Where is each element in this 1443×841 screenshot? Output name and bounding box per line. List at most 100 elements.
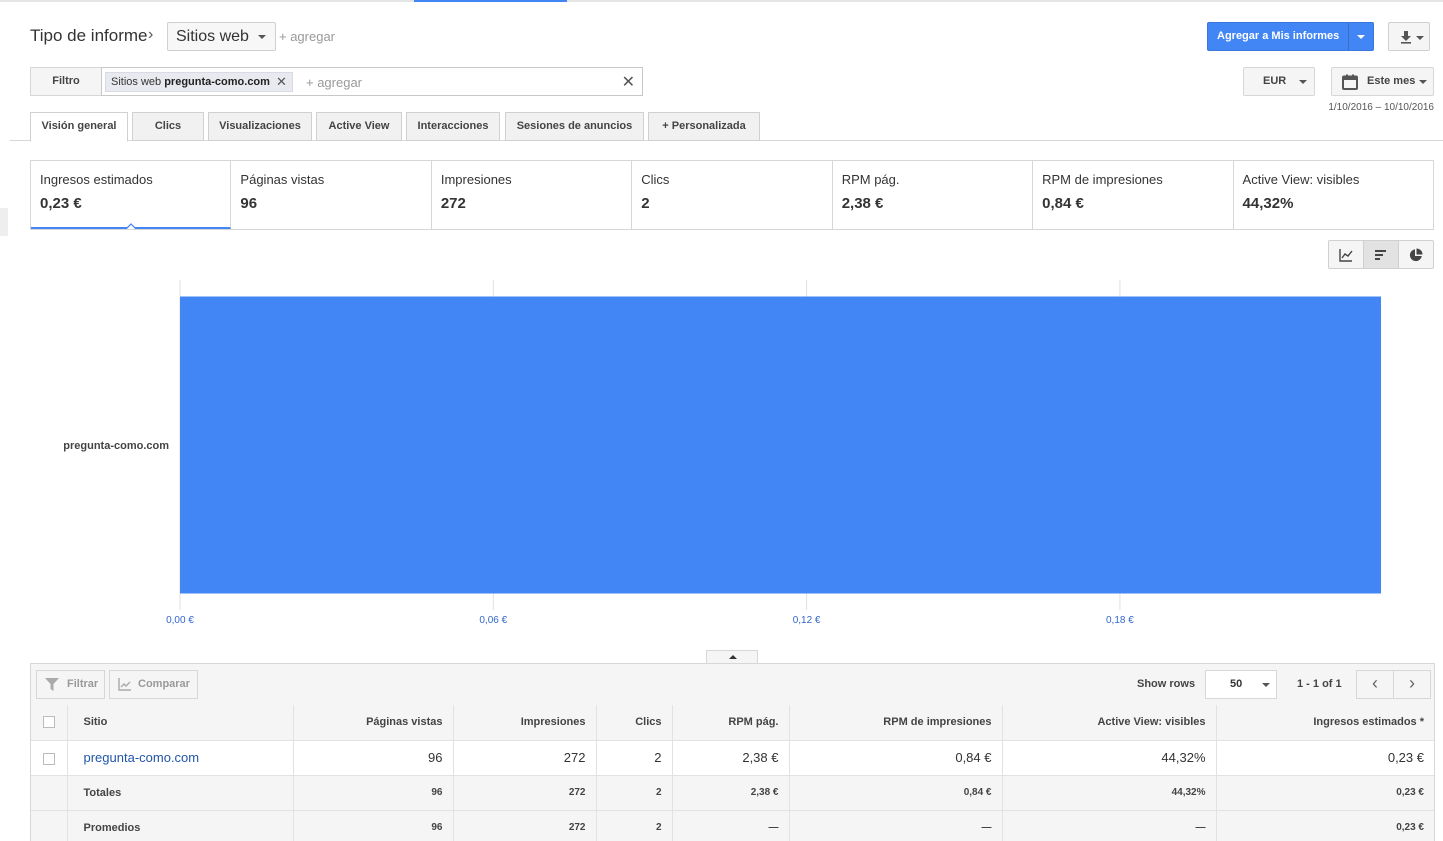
line-chart-button[interactable] xyxy=(1329,241,1364,268)
metric-value: 0,84 € xyxy=(1042,195,1084,212)
filter-button[interactable]: Filtro xyxy=(30,67,102,96)
pie-chart-icon xyxy=(1409,248,1423,262)
tab-vision-general[interactable]: Visión general xyxy=(30,112,128,142)
caret-down-icon xyxy=(1416,36,1424,40)
column-header-impresiones[interactable]: Impresiones xyxy=(453,705,597,741)
column-header-ingresos-estimados[interactable]: Ingresos estimados * xyxy=(1216,705,1434,741)
currency-select[interactable]: EUR xyxy=(1243,67,1315,96)
table-header-row: Sitio Páginas vistas Impresiones Clics R… xyxy=(31,705,1434,741)
metric-card-rpm-pag[interactable]: RPM pág. 2,38 € xyxy=(833,161,1034,229)
download-icon xyxy=(1401,31,1411,44)
rows-per-page-select[interactable]: 50 xyxy=(1205,670,1277,699)
calendar-icon xyxy=(1342,74,1358,90)
caret-down-icon xyxy=(1262,683,1270,687)
column-header-sitio[interactable]: Sitio xyxy=(67,705,294,741)
add-dimension-link[interactable]: + agregar xyxy=(279,29,335,44)
averages-empty-cell xyxy=(31,810,68,841)
metric-value: 272 xyxy=(440,195,466,212)
currency-value: EUR xyxy=(1263,75,1287,87)
totals-ingresos-estimados: 0,23 € xyxy=(1216,775,1434,811)
metric-card-paginas-vistas[interactable]: Páginas vistas 96 xyxy=(231,161,432,229)
metric-card-impresiones[interactable]: Impresiones 272 xyxy=(432,161,633,229)
next-page-button[interactable]: › xyxy=(1394,671,1430,698)
averages-rpm-impresiones: — xyxy=(789,810,1003,841)
tab-personalizada[interactable]: + Personalizada xyxy=(648,112,760,141)
prev-page-button[interactable]: ‹ xyxy=(1357,671,1394,698)
filter-chip-prefix: Sitios web xyxy=(111,76,162,88)
tab-sesiones-de-anuncios[interactable]: Sesiones de anuncios xyxy=(505,112,644,141)
averages-impresiones: 272 xyxy=(453,810,597,841)
column-header-rpm-pag[interactable]: RPM pág. xyxy=(672,705,790,741)
column-header-rpm-impresiones[interactable]: RPM de impresiones xyxy=(789,705,1003,741)
row-checkbox[interactable] xyxy=(42,752,55,765)
metric-label: Impresiones xyxy=(440,172,512,187)
funnel-icon xyxy=(45,678,59,691)
row-select-cell xyxy=(31,740,68,776)
date-range-text: 1/10/2016 – 10/10/2016 xyxy=(1328,102,1434,113)
column-header-clics[interactable]: Clics xyxy=(596,705,673,741)
pie-chart-button[interactable] xyxy=(1399,241,1433,268)
metric-value: 2,38 € xyxy=(841,195,884,212)
data-table: Sitio Páginas vistas Impresiones Clics R… xyxy=(31,705,1434,841)
pagination-text: 1 - 1 of 1 xyxy=(1297,678,1342,690)
metric-card-clics[interactable]: Clics 2 xyxy=(632,161,833,229)
filter-add-input[interactable]: + agregar xyxy=(306,75,362,90)
report-type-label: Tipo de informe xyxy=(30,26,148,45)
filter-table-button[interactable]: Filtrar xyxy=(36,670,105,699)
collapse-chart-handle[interactable] xyxy=(706,650,758,664)
bar xyxy=(180,296,1381,594)
metric-label: Páginas vistas xyxy=(240,172,325,187)
cell-rpm-pag: 2,38 € xyxy=(672,740,790,776)
filter-chip[interactable]: Sitios web pregunta-como.com ✕ xyxy=(105,72,293,92)
tab-interacciones[interactable]: Interacciones xyxy=(406,112,500,141)
metric-label: Clics xyxy=(641,172,670,187)
caret-down-icon xyxy=(1357,35,1366,39)
metric-value: 2 xyxy=(641,195,650,212)
column-header-active-view[interactable]: Active View: visibles xyxy=(1002,705,1217,741)
x-tick-label: 0,18 € xyxy=(1106,615,1134,626)
report-type-select-label: Sitios web xyxy=(176,28,249,45)
averages-row: Promedios 96 272 2 — — — 0,23 € xyxy=(31,810,1434,841)
select-all-checkbox[interactable] xyxy=(42,716,55,729)
close-icon[interactable]: ✕ xyxy=(276,73,287,91)
totals-row: Totales 96 272 2 2,38 € 0,84 € 44,32% 0,… xyxy=(31,775,1434,811)
filter-chip-value: pregunta-como.com xyxy=(164,76,270,88)
cell-impresiones: 272 xyxy=(453,740,597,776)
averages-label: Promedios xyxy=(67,810,294,841)
metric-value: 44,32% xyxy=(1242,195,1294,212)
add-to-my-reports-dropdown[interactable] xyxy=(1349,23,1373,50)
tab-visualizaciones[interactable]: Visualizaciones xyxy=(208,112,312,141)
show-rows-label: Show rows xyxy=(1137,678,1196,690)
clear-filter-icon[interactable]: ✕ xyxy=(622,72,635,92)
report-type-select[interactable]: Sitios web xyxy=(167,22,276,51)
tab-clics[interactable]: Clics xyxy=(132,112,204,141)
metric-card-ingresos-estimados[interactable]: Ingresos estimados 0,23 € xyxy=(31,161,232,229)
filter-table-label: Filtrar xyxy=(67,678,99,690)
line-chart-icon xyxy=(1339,249,1353,262)
select-all-cell xyxy=(31,705,68,741)
cell-rpm-impresiones: 0,84 € xyxy=(789,740,1003,776)
metric-card-rpm-impresiones[interactable]: RPM de impresiones 0,84 € xyxy=(1033,161,1234,229)
category-label: pregunta-como.com xyxy=(63,440,169,452)
bar-chart-icon xyxy=(1375,250,1386,260)
totals-rpm-impresiones: 0,84 € xyxy=(789,775,1003,811)
tab-active-view[interactable]: Active View xyxy=(316,112,402,141)
column-header-paginas-vistas[interactable]: Páginas vistas xyxy=(293,705,454,741)
pagination: ‹ › xyxy=(1356,670,1431,699)
add-to-my-reports-button[interactable]: Agregar a Mis informes xyxy=(1207,22,1375,51)
metric-card-active-view[interactable]: Active View: visibles 44,32% xyxy=(1234,161,1433,229)
totals-label: Totales xyxy=(67,775,294,811)
metric-label: RPM de impresiones xyxy=(1042,172,1163,187)
chevron-right-icon: › xyxy=(148,26,154,43)
totals-active-view: 44,32% xyxy=(1002,775,1217,811)
table-row: pregunta-como.com 96 272 2 2,38 € 0,84 €… xyxy=(31,740,1434,776)
top-accent xyxy=(414,0,567,2)
left-edge-tab xyxy=(0,208,8,236)
bar-chart-button[interactable] xyxy=(1364,241,1399,268)
compare-button[interactable]: Comparar xyxy=(109,670,198,699)
download-button[interactable] xyxy=(1388,22,1430,51)
totals-rpm-pag: 2,38 € xyxy=(672,775,790,811)
site-link[interactable]: pregunta-como.com xyxy=(67,740,294,776)
filter-box[interactable]: Sitios web pregunta-como.com ✕ + agregar… xyxy=(101,67,643,96)
date-range-button[interactable]: Este mes xyxy=(1331,67,1434,96)
